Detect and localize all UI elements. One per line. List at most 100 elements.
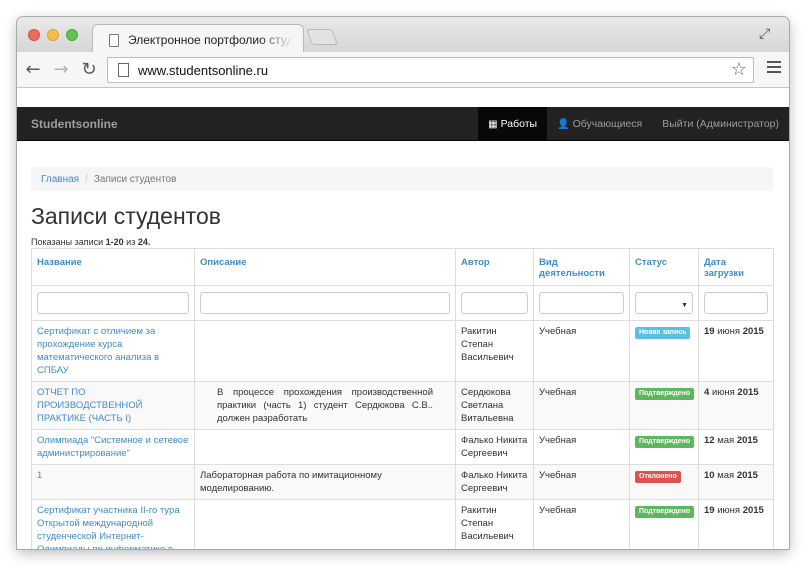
cell-author: Фалько Никита Сергеевич xyxy=(455,464,534,500)
nav-items: ▦ Работы 👤 Обучающиеся Выйти (Администра… xyxy=(478,107,789,141)
bookmark-star-icon[interactable]: ☆ xyxy=(731,59,747,80)
column-header-description[interactable]: Описание xyxy=(194,248,456,286)
cell-activity: Учебная xyxy=(533,464,630,500)
hamburger-menu-icon[interactable] xyxy=(767,61,781,75)
new-tab-button[interactable] xyxy=(306,29,338,45)
cell-status: Новая запись xyxy=(629,320,699,382)
column-header-date[interactable]: Дата загрузки xyxy=(698,248,774,286)
filter-status-select[interactable]: ▼ xyxy=(635,292,693,314)
date-day: 4 xyxy=(704,387,710,398)
filter-cell xyxy=(698,285,774,321)
cell-date: 12 мая 2015 xyxy=(698,429,774,465)
date-month: мая xyxy=(717,435,735,446)
filter-cell xyxy=(194,285,456,321)
web-page: Studentsonline ▦ Работы 👤 Обучающиеся Вы… xyxy=(17,88,789,549)
reload-icon[interactable]: ↻ xyxy=(78,59,100,81)
page-title: Записи студентов xyxy=(31,203,221,229)
cell-description xyxy=(194,499,456,549)
breadcrumb: Главная / Записи студентов xyxy=(31,167,773,191)
caret-down-icon: ▼ xyxy=(681,302,688,309)
navbar: Studentsonline ▦ Работы 👤 Обучающиеся Вы… xyxy=(17,107,789,141)
record-title-link[interactable]: 1 xyxy=(37,470,42,481)
nav-item-works[interactable]: ▦ Работы xyxy=(478,107,548,141)
tab-bar: Электронное портфолио студ ⤢ xyxy=(17,17,789,53)
filter-cell: ▼ xyxy=(629,285,699,321)
status-badge: Отклонено xyxy=(635,471,681,483)
record-title-link[interactable]: Олимпиада "Системное и сетевое администр… xyxy=(37,435,188,459)
cell-title: Олимпиада "Системное и сетевое администр… xyxy=(31,429,195,465)
filter-description-input[interactable] xyxy=(200,292,450,314)
cell-status: Подтверждено xyxy=(629,429,699,465)
cell-description xyxy=(194,320,456,382)
browser-window: Электронное портфолио студ ⤢ ← → ↻ www.s… xyxy=(17,17,789,549)
breadcrumb-home-link[interactable]: Главная xyxy=(41,174,79,185)
cell-title: Сертификат с отличием за прохождение кур… xyxy=(31,320,195,382)
nav-item-logout[interactable]: Выйти (Администратор) xyxy=(652,107,789,141)
date-day: 19 xyxy=(704,505,715,516)
brand-link[interactable]: Studentsonline xyxy=(31,117,118,131)
filter-author-input[interactable] xyxy=(461,292,528,314)
table-icon: ▦ xyxy=(488,118,498,130)
cell-description: В процессе прохождения производственной … xyxy=(194,381,456,430)
date-year: 2015 xyxy=(736,435,758,446)
date-day: 10 xyxy=(704,470,715,481)
cell-activity: Учебная xyxy=(533,499,630,549)
close-window-button[interactable] xyxy=(28,29,40,41)
column-header-title[interactable]: Название xyxy=(31,248,195,286)
status-badge: Подтверждено xyxy=(635,436,695,448)
record-title-link[interactable]: Сертификат участника II-го тура Открытой… xyxy=(37,505,180,549)
date-day: 12 xyxy=(704,435,715,446)
filter-date-input[interactable] xyxy=(704,292,768,314)
status-badge: Подтверждено xyxy=(635,506,695,518)
column-header-activity[interactable]: Вид деятельности xyxy=(533,248,630,286)
browser-tab[interactable]: Электронное портфолио студ xyxy=(92,24,304,53)
cell-date: 4 июня 2015 xyxy=(698,381,774,430)
date-month: июня xyxy=(711,387,735,398)
browser-toolbar: ← → ↻ www.studentsonline.ru ☆ xyxy=(17,52,789,88)
fullscreen-icon[interactable]: ⤢ xyxy=(759,25,775,41)
record-title-link[interactable]: ОТЧЕТ ПО ПРОИЗВОДСТВЕННОЙ ПРАКТИКЕ (ЧАСТ… xyxy=(37,387,143,424)
page-icon xyxy=(109,33,119,47)
nav-item-label: Обучающиеся xyxy=(572,118,643,130)
table-row: ОТЧЕТ ПО ПРОИЗВОДСТВЕННОЙ ПРАКТИКЕ (ЧАСТ… xyxy=(31,381,774,430)
filter-cell xyxy=(31,285,195,321)
cell-author: Сердюкова Светлана Витальевна xyxy=(455,381,534,430)
column-header-author[interactable]: Автор xyxy=(455,248,534,286)
maximize-window-button[interactable] xyxy=(66,29,78,41)
minimize-window-button[interactable] xyxy=(47,29,59,41)
table-row: Сертификат участника II-го тура Открытой… xyxy=(31,499,774,549)
cell-description: Лабораторная работа по имитационному мод… xyxy=(194,464,456,500)
table-row: Сертификат с отличием за прохождение кур… xyxy=(31,320,774,382)
column-header-status[interactable]: Статус xyxy=(629,248,699,286)
cell-title: ОТЧЕТ ПО ПРОИЗВОДСТВЕННОЙ ПРАКТИКЕ (ЧАСТ… xyxy=(31,381,195,430)
table-row: Олимпиада "Системное и сетевое администр… xyxy=(31,429,774,465)
back-arrow-icon[interactable]: ← xyxy=(22,59,44,81)
summary-total: 24. xyxy=(137,237,151,247)
forward-arrow-icon[interactable]: → xyxy=(50,59,72,81)
filter-title-input[interactable] xyxy=(37,292,189,314)
filter-activity-input[interactable] xyxy=(539,292,624,314)
table-row: 1 Лабораторная работа по имитационному м… xyxy=(31,464,774,500)
status-badge: Новая запись xyxy=(635,327,691,339)
cell-date: 10 мая 2015 xyxy=(698,464,774,500)
summary-range: 1-20 xyxy=(105,237,124,247)
date-year: 2015 xyxy=(736,470,758,481)
cell-activity: Учебная xyxy=(533,320,630,382)
page-icon xyxy=(118,63,129,77)
date-year: 2015 xyxy=(742,326,764,337)
cell-activity: Учебная xyxy=(533,429,630,465)
record-title-link[interactable]: Сертификат с отличием за прохождение кур… xyxy=(37,326,159,376)
nav-item-label: Выйти (Администратор) xyxy=(662,118,779,130)
date-month: мая xyxy=(717,470,735,481)
cell-status: Подтверждено xyxy=(629,381,699,430)
date-month: июня xyxy=(717,326,741,337)
cell-author: Ракитин Степан Васильевич xyxy=(455,499,534,549)
url-text[interactable]: www.studentsonline.ru xyxy=(138,63,268,78)
cell-status: Отклонено xyxy=(629,464,699,500)
cell-date: 19 июня 2015 xyxy=(698,320,774,382)
breadcrumb-current: Записи студентов xyxy=(93,173,177,185)
cell-title: 1 xyxy=(31,464,195,500)
address-bar[interactable]: www.studentsonline.ru ☆ xyxy=(107,57,754,83)
nav-item-students[interactable]: 👤 Обучающиеся xyxy=(547,107,652,141)
date-year: 2015 xyxy=(737,387,759,398)
